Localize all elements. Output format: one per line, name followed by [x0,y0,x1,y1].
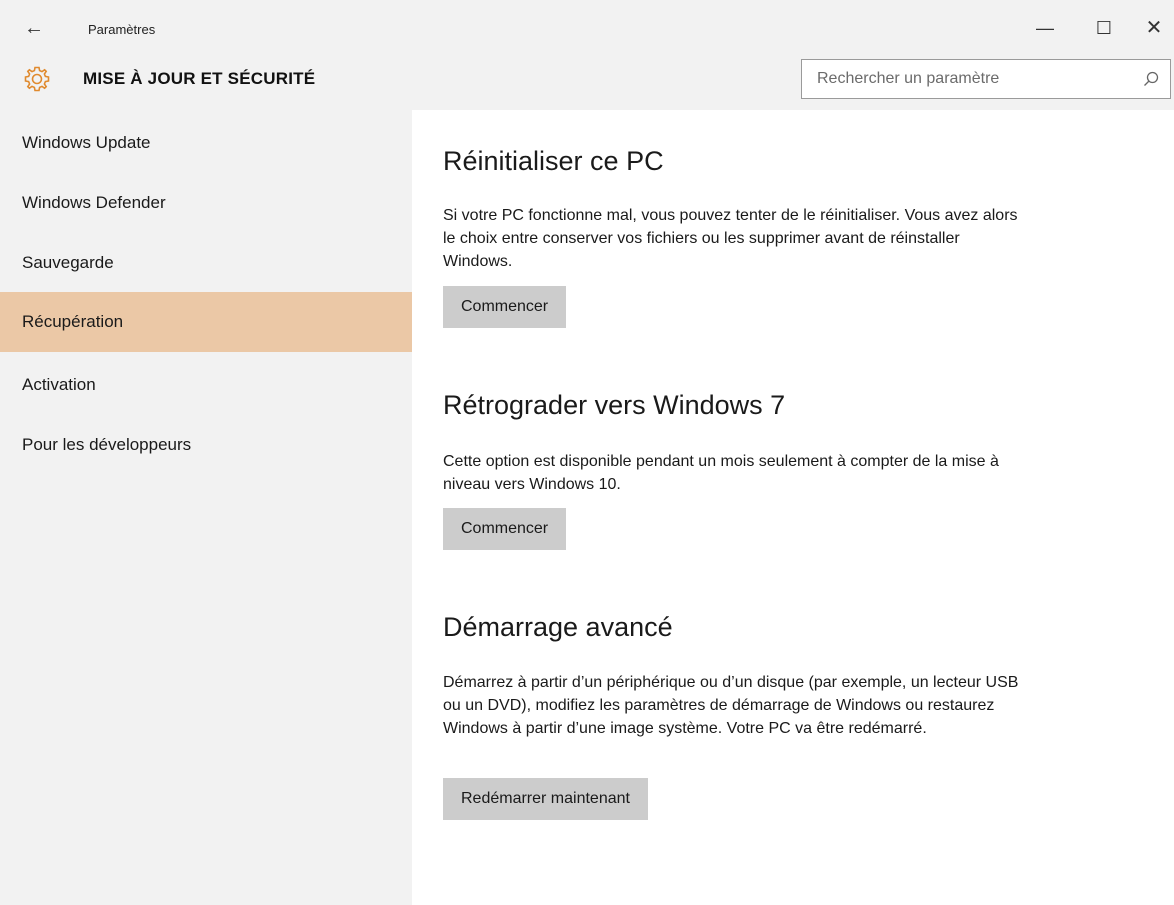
section-description-rollback: Cette option est disponible pendant un m… [443,453,999,493]
sidebar: Windows Update Windows Defender Sauvegar… [0,110,412,905]
back-arrow-icon[interactable]: ← [22,16,46,40]
window-title: Paramètres [88,22,156,37]
sidebar-item-windows-defender[interactable]: Windows Defender [0,173,412,233]
start-reset-button[interactable]: Commencer [443,286,567,328]
section-description-reset: Si votre PC fonctionne mal, vous pouvez … [443,207,1018,270]
search-input[interactable] [802,60,1132,98]
start-rollback-button[interactable]: Commencer [443,508,567,550]
title-bar: ← Paramètres — ☐ ✕ [0,0,1174,56]
sidebar-item-label: Windows Defender [22,193,166,212]
restart-now-button[interactable]: Redémarrer maintenant [443,778,648,820]
sidebar-item-label: Pour les développeurs [22,435,192,454]
sidebar-item-label: Sauvegarde [22,253,114,272]
search-box[interactable] [801,59,1171,99]
sidebar-item-label: Récupération [22,312,124,331]
maximize-button[interactable]: ☐ [1087,12,1121,44]
sidebar-item-label: Activation [22,375,96,394]
sidebar-item-label: Windows Update [22,133,151,152]
section-title-rollback: Rétrograder vers Windows 7 [443,390,786,420]
main-content: Réinitialiser ce PC Si votre PC fonction… [412,110,1174,905]
close-button[interactable]: ✕ [1137,12,1171,44]
section-title-advanced-startup: Démarrage avancé [443,612,673,642]
search-icon[interactable] [1142,70,1160,88]
minimize-button[interactable]: — [1028,12,1062,44]
sidebar-item-sauvegarde[interactable]: Sauvegarde [0,233,412,293]
section-title-reset: Réinitialiser ce PC [443,146,664,176]
page-title: MISE À JOUR ET SÉCURITÉ [83,69,316,88]
sidebar-item-developpeurs[interactable]: Pour les développeurs [0,415,412,475]
settings-header: MISE À JOUR ET SÉCURITÉ [0,56,1174,110]
sidebar-item-windows-update[interactable]: Windows Update [0,113,412,173]
section-description-advanced-startup: Démarrez à partir d’un périphérique ou d… [443,674,1019,737]
sidebar-item-activation[interactable]: Activation [0,355,412,415]
gear-icon [24,66,50,92]
sidebar-item-recuperation[interactable]: Récupération [0,292,412,352]
